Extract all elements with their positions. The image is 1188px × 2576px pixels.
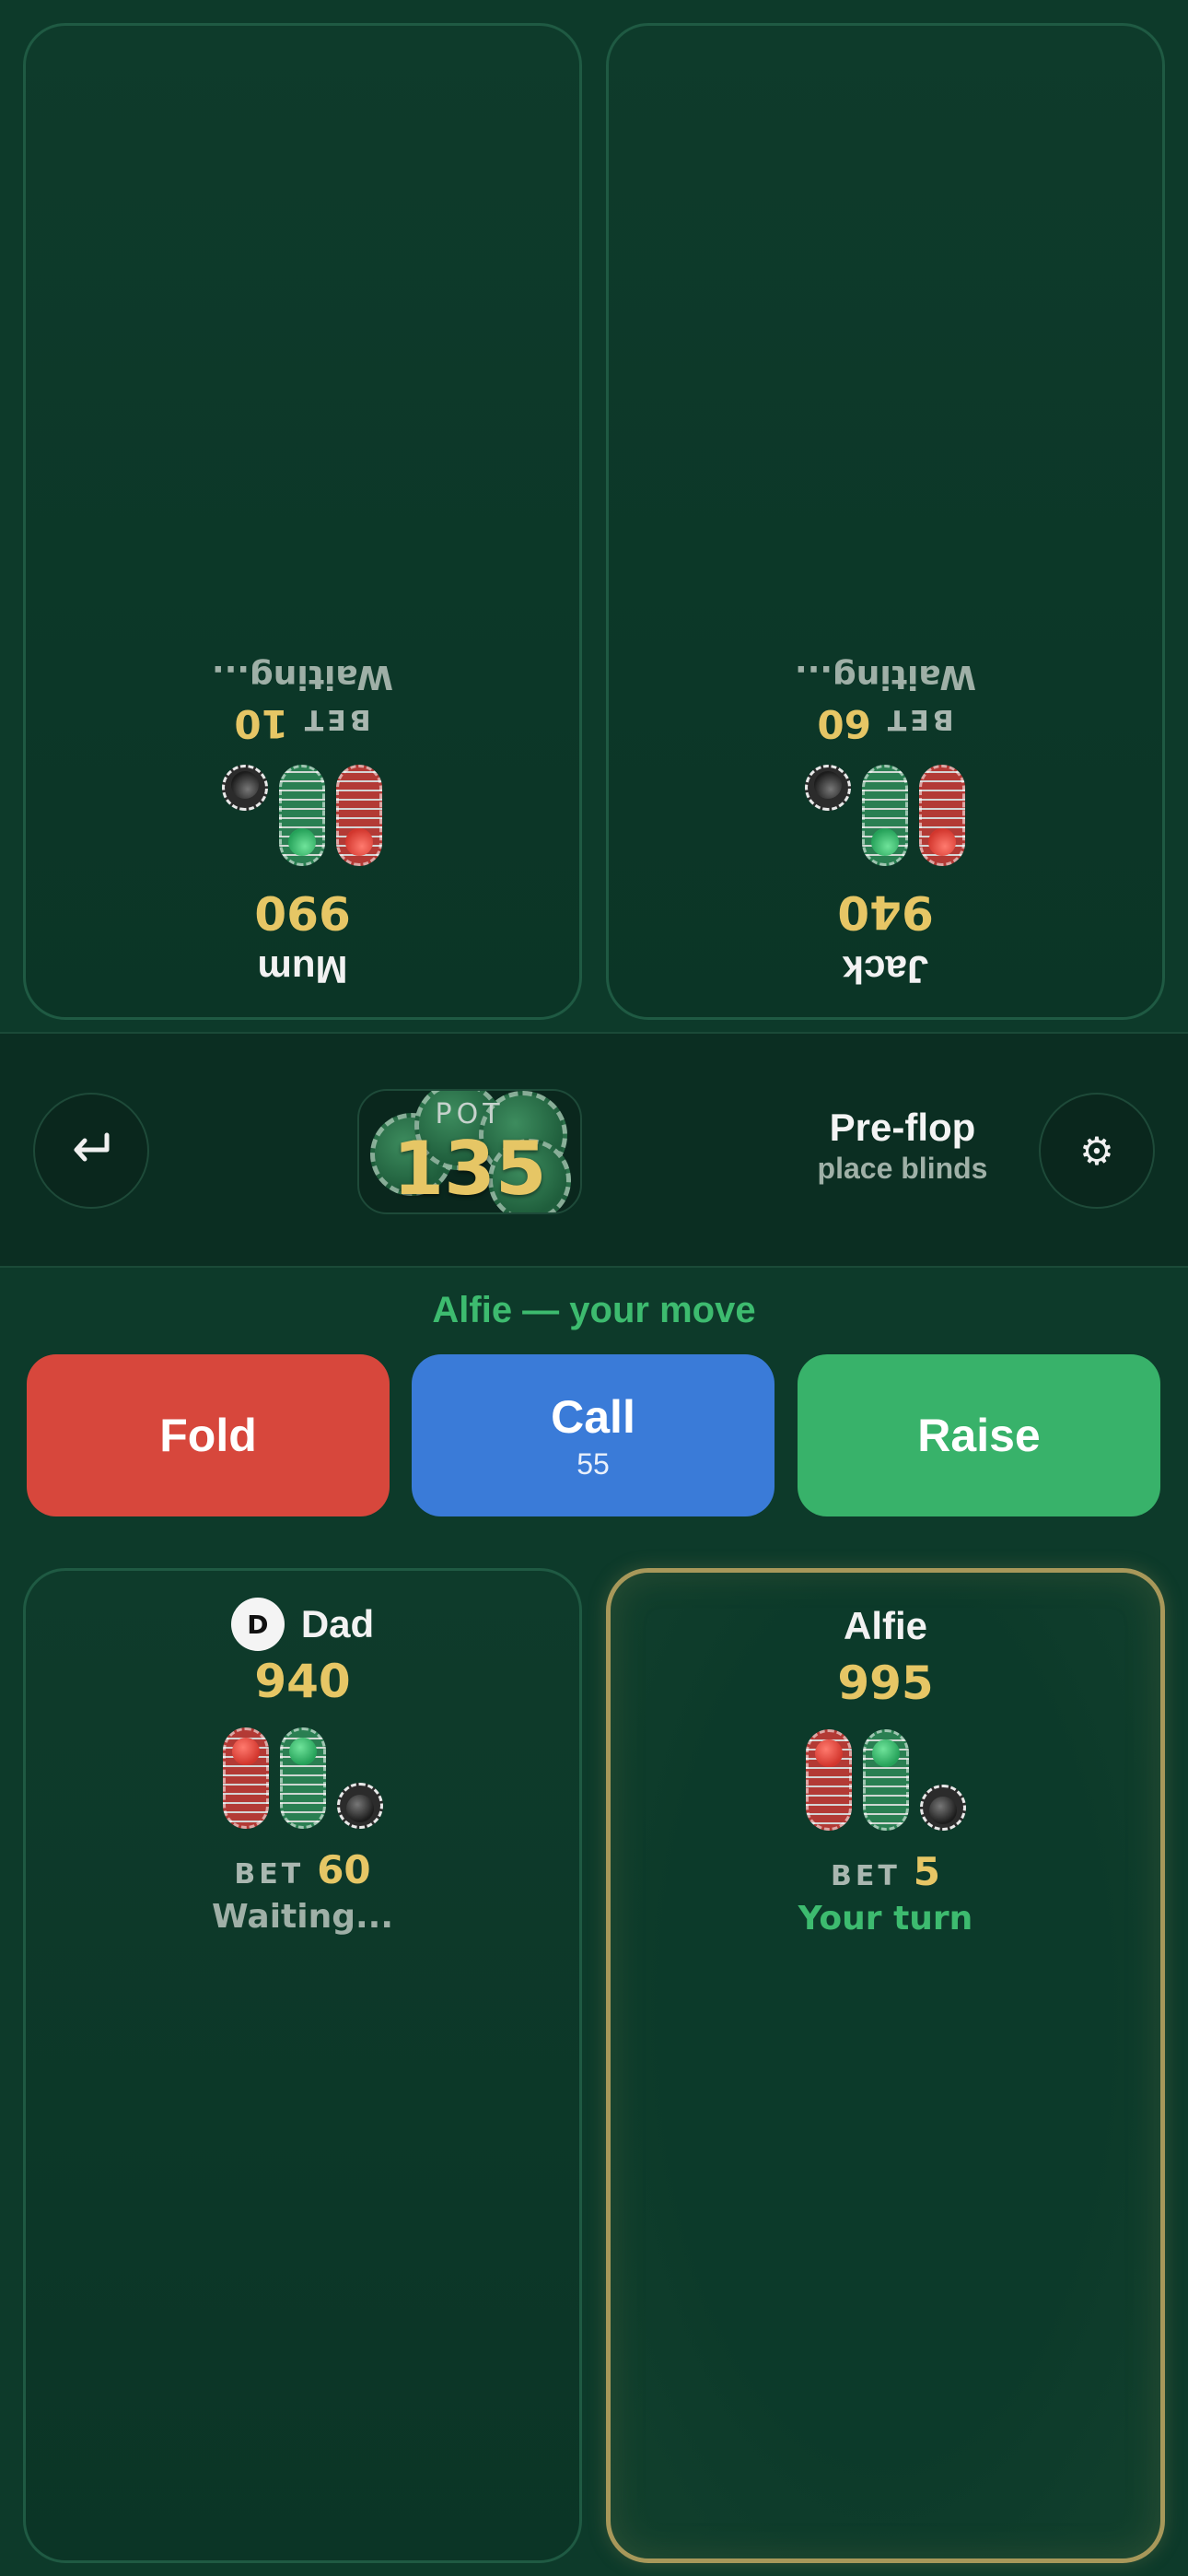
player-stack: 940	[254, 1655, 351, 1708]
player-name: Alfie	[843, 1604, 927, 1647]
back-button[interactable]	[33, 1093, 149, 1209]
player-info-mum: Mum 990 BET 10 Waiting...	[26, 658, 579, 999]
bet-row: BET 10	[234, 701, 370, 746]
chip-stacks	[805, 1727, 966, 1831]
red-chip-stack	[805, 1729, 852, 1831]
player-name: Jack	[842, 948, 929, 991]
player-stack: 990	[254, 885, 351, 939]
bet-row: BET 60	[817, 701, 953, 746]
black-chip	[805, 765, 852, 811]
player-panel-dad: D Dad 940 BET 60 Waiting...	[23, 1568, 582, 2563]
phase-name: Pre-flop	[829, 1106, 976, 1149]
chip-stacks	[222, 1726, 383, 1829]
bet-label: BET	[883, 703, 954, 735]
player-info-jack: Jack 940 BET 60 Waiting...	[609, 658, 1162, 999]
betting-phase: Pre-flop place blinds	[755, 1106, 1050, 1186]
raise-label: Raise	[917, 1410, 1041, 1461]
phase-hint: place blinds	[817, 1152, 988, 1185]
raise-button[interactable]: Raise	[798, 1354, 1160, 1516]
gear-icon: ⚙	[1079, 1128, 1114, 1174]
red-chip-stack	[336, 765, 383, 866]
call-amount: 55	[577, 1446, 610, 1481]
call-label: Call	[551, 1390, 635, 1443]
player-stack: 995	[837, 1657, 934, 1710]
player-name: Mum	[257, 948, 348, 991]
player-panel-alfie: Alfie 995 BET 5 Your turn	[606, 1568, 1165, 2563]
player-status: Your turn	[798, 1900, 973, 1938]
chip-stacks	[222, 765, 383, 868]
black-chip	[336, 1783, 383, 1829]
player-status: Waiting...	[211, 658, 394, 696]
bet-value: 60	[817, 701, 871, 746]
bet-value: 5	[913, 1849, 941, 1894]
player-name: Dad	[300, 1602, 375, 1645]
turn-prompt: Alfie — your move	[432, 1290, 756, 1330]
chip-stacks	[805, 765, 966, 868]
bet-value: 10	[234, 701, 288, 746]
green-chip-stack	[279, 765, 326, 866]
player-info-alfie: Alfie 995 BET 5 Your turn	[611, 1597, 1160, 1938]
red-chip-stack	[919, 765, 966, 866]
dealer-badge: D	[230, 1598, 285, 1651]
table-status-bar: POT 135 Pre-flop place blinds ⚙	[0, 1032, 1188, 1268]
return-arrow-icon	[74, 1132, 110, 1162]
player-info-dad: D Dad 940 BET 60 Waiting...	[26, 1595, 579, 1936]
green-chip-stack	[862, 765, 909, 866]
settings-button[interactable]: ⚙	[1039, 1093, 1155, 1209]
black-chip	[222, 765, 269, 811]
bet-label: BET	[300, 703, 371, 735]
bet-label: BET	[234, 1858, 305, 1891]
bet-row: BET 5	[831, 1849, 940, 1894]
bet-label: BET	[830, 1860, 901, 1892]
player-status: Waiting...	[794, 658, 977, 696]
red-chip-stack	[222, 1727, 269, 1829]
bet-value: 60	[317, 1847, 371, 1892]
green-chip-stack	[279, 1727, 326, 1829]
fold-label: Fold	[159, 1410, 257, 1461]
black-chip	[919, 1785, 966, 1831]
player-panel-jack: Jack 940 BET 60 Waiting...	[606, 23, 1165, 1020]
pot-display: POT 135	[357, 1089, 582, 1214]
fold-button[interactable]: Fold	[27, 1354, 390, 1516]
player-panel-mum: Mum 990 BET 10 Waiting...	[23, 23, 582, 1020]
pot-value: 135	[392, 1126, 547, 1212]
green-chip-stack	[862, 1729, 909, 1831]
bet-row: BET 60	[234, 1847, 370, 1892]
player-status: Waiting...	[211, 1898, 394, 1936]
call-button[interactable]: Call 55	[412, 1354, 775, 1516]
player-stack: 940	[837, 885, 934, 939]
